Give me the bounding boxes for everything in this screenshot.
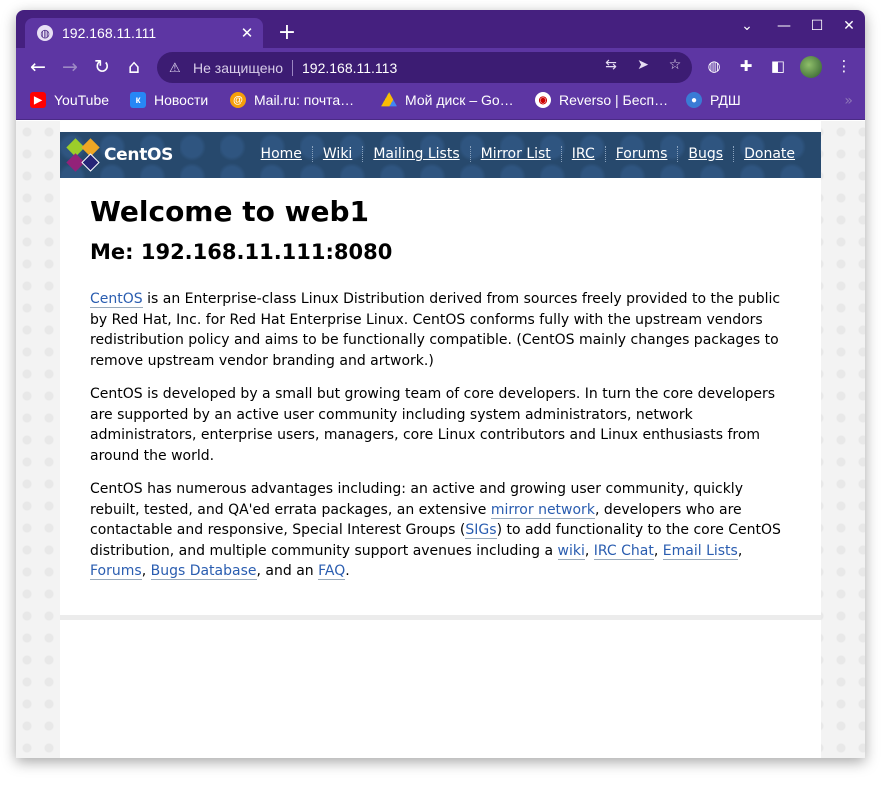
link-sigs[interactable]: SIGs: [465, 522, 497, 539]
new-tab-button[interactable]: +: [274, 20, 300, 46]
centos-logo[interactable]: CentOS: [66, 138, 174, 172]
bookmark-label: Новости: [154, 92, 209, 108]
centos-header: CentOS Home Wiki Mailing Lists Mirror Li…: [60, 132, 821, 178]
browser-window: ◍ 192.168.11.111 ✕ + ⌄ — ☐ ✕ ← → ↻ ⌂ ⚠ Н…: [16, 10, 865, 758]
nav-home[interactable]: Home: [251, 146, 312, 162]
bookmark-youtube[interactable]: ▶ YouTube: [30, 92, 109, 108]
paragraph-text: .: [345, 563, 350, 579]
bookmark-drive[interactable]: Мой диск – Go…: [381, 92, 514, 108]
security-label[interactable]: Не защищено: [193, 60, 283, 76]
paragraph-intro: CentOS is an Enterprise-class Linux Dist…: [90, 289, 790, 371]
page-body: CentOS Home Wiki Mailing Lists Mirror Li…: [60, 121, 821, 758]
profile-avatar[interactable]: [800, 56, 822, 78]
link-faq[interactable]: FAQ: [318, 563, 346, 580]
link-mirror-network[interactable]: mirror network: [490, 501, 595, 519]
youtube-icon: ▶: [30, 92, 46, 108]
paragraph-text: is an Enterprise-class Linux Distributio…: [90, 291, 781, 369]
menu-icon[interactable]: ⋮: [834, 57, 854, 75]
tab-title: 192.168.11.111: [62, 25, 157, 41]
main-article: Welcome to web1 Me: 192.168.11.111:8080 …: [90, 195, 790, 595]
paragraph-advantages: CentOS has numerous advantages including…: [90, 479, 790, 582]
bookmark-label: Мой диск – Go…: [405, 92, 514, 108]
paragraph-text: ,: [653, 542, 663, 559]
tab-bar: ◍ 192.168.11.111 ✕ + ⌄ — ☐ ✕: [16, 10, 865, 48]
bookmark-label: РДШ: [710, 92, 741, 108]
bookmarks-more-icon[interactable]: »: [844, 93, 853, 109]
translate-icon[interactable]: ⇆: [602, 57, 620, 73]
link-bugs-database[interactable]: Bugs Database: [150, 563, 257, 580]
maximize-button[interactable]: ☐: [807, 18, 827, 34]
toolbar: ← → ↻ ⌂ ⚠ Не защищено 192.168.11.113 ⇆ ➤…: [16, 48, 865, 86]
extensions-icon[interactable]: ✚: [736, 57, 756, 75]
nav-mailing-lists[interactable]: Mailing Lists: [362, 146, 469, 162]
link-wiki[interactable]: wiki: [557, 542, 585, 560]
page-title: Welcome to web1: [90, 195, 369, 228]
vpn-globe-icon[interactable]: ◍: [704, 57, 724, 75]
bookmark-mailru[interactable]: @ Mail.ru: почта…: [230, 92, 354, 108]
home-button[interactable]: ⌂: [121, 54, 147, 80]
close-tab-icon[interactable]: ✕: [239, 24, 255, 42]
bookmark-label: YouTube: [54, 92, 110, 108]
centos-logo-icon: [66, 138, 100, 172]
paragraph-text: , and an: [256, 563, 319, 579]
nav-wiki[interactable]: Wiki: [311, 146, 362, 162]
paragraph-text: ,: [141, 563, 151, 579]
bookmarks-bar: ▶ YouTube к Новости @ Mail.ru: почта… Мо…: [16, 86, 865, 120]
nav-irc[interactable]: IRC: [560, 146, 605, 162]
side-panel-icon[interactable]: ◧: [768, 57, 788, 75]
star-icon[interactable]: ☆: [666, 57, 684, 73]
reload-button[interactable]: ↻: [89, 54, 115, 80]
tab-search-icon[interactable]: ⌄: [737, 18, 757, 34]
page-subtitle: Me: 192.168.11.111:8080: [90, 240, 393, 264]
nav-mirror-list[interactable]: Mirror List: [469, 146, 561, 162]
warning-icon[interactable]: ⚠: [169, 60, 185, 76]
send-icon[interactable]: ➤: [634, 57, 652, 73]
bookmark-rdsh[interactable]: ● РДШ: [686, 92, 741, 108]
vk-icon: к: [130, 92, 146, 108]
paragraph-text: ,: [584, 542, 594, 559]
paragraph-team: CentOS is developed by a small but growi…: [90, 386, 776, 464]
close-window-button[interactable]: ✕: [839, 18, 859, 34]
bookmark-label: Reverso | Бесп…: [559, 92, 669, 108]
footer-divider: [60, 615, 821, 620]
divider: [292, 59, 293, 76]
drive-icon: [381, 92, 397, 107]
browser-tab[interactable]: ◍ 192.168.11.111 ✕: [25, 18, 263, 48]
page-viewport[interactable]: CentOS Home Wiki Mailing Lists Mirror Li…: [16, 121, 865, 758]
link-irc-chat[interactable]: IRC Chat: [593, 542, 654, 560]
link-centos[interactable]: CentOS: [90, 291, 143, 308]
nav-bugs[interactable]: Bugs: [677, 146, 733, 162]
nav-forums[interactable]: Forums: [604, 146, 678, 162]
bookmark-news[interactable]: к Новости: [130, 92, 208, 108]
logo-text: CentOS: [104, 145, 174, 165]
back-button[interactable]: ←: [25, 54, 51, 80]
forward-button[interactable]: →: [57, 54, 83, 80]
nav-donate[interactable]: Donate: [733, 146, 805, 162]
paragraph-text: ,: [737, 542, 743, 559]
link-forums[interactable]: Forums: [90, 563, 142, 580]
mailru-icon: @: [230, 92, 246, 108]
reverso-icon: ◉: [535, 92, 551, 108]
link-email-lists[interactable]: Email Lists: [662, 542, 738, 560]
bookmark-reverso[interactable]: ◉ Reverso | Бесп…: [535, 92, 668, 108]
globe-icon: ◍: [37, 25, 53, 41]
minimize-button[interactable]: —: [774, 18, 794, 34]
bookmark-label: Mail.ru: почта…: [254, 92, 355, 108]
rdsh-icon: ●: [686, 92, 702, 108]
url-text[interactable]: 192.168.11.113: [302, 60, 397, 76]
site-nav: Home Wiki Mailing Lists Mirror List IRC …: [251, 146, 805, 162]
